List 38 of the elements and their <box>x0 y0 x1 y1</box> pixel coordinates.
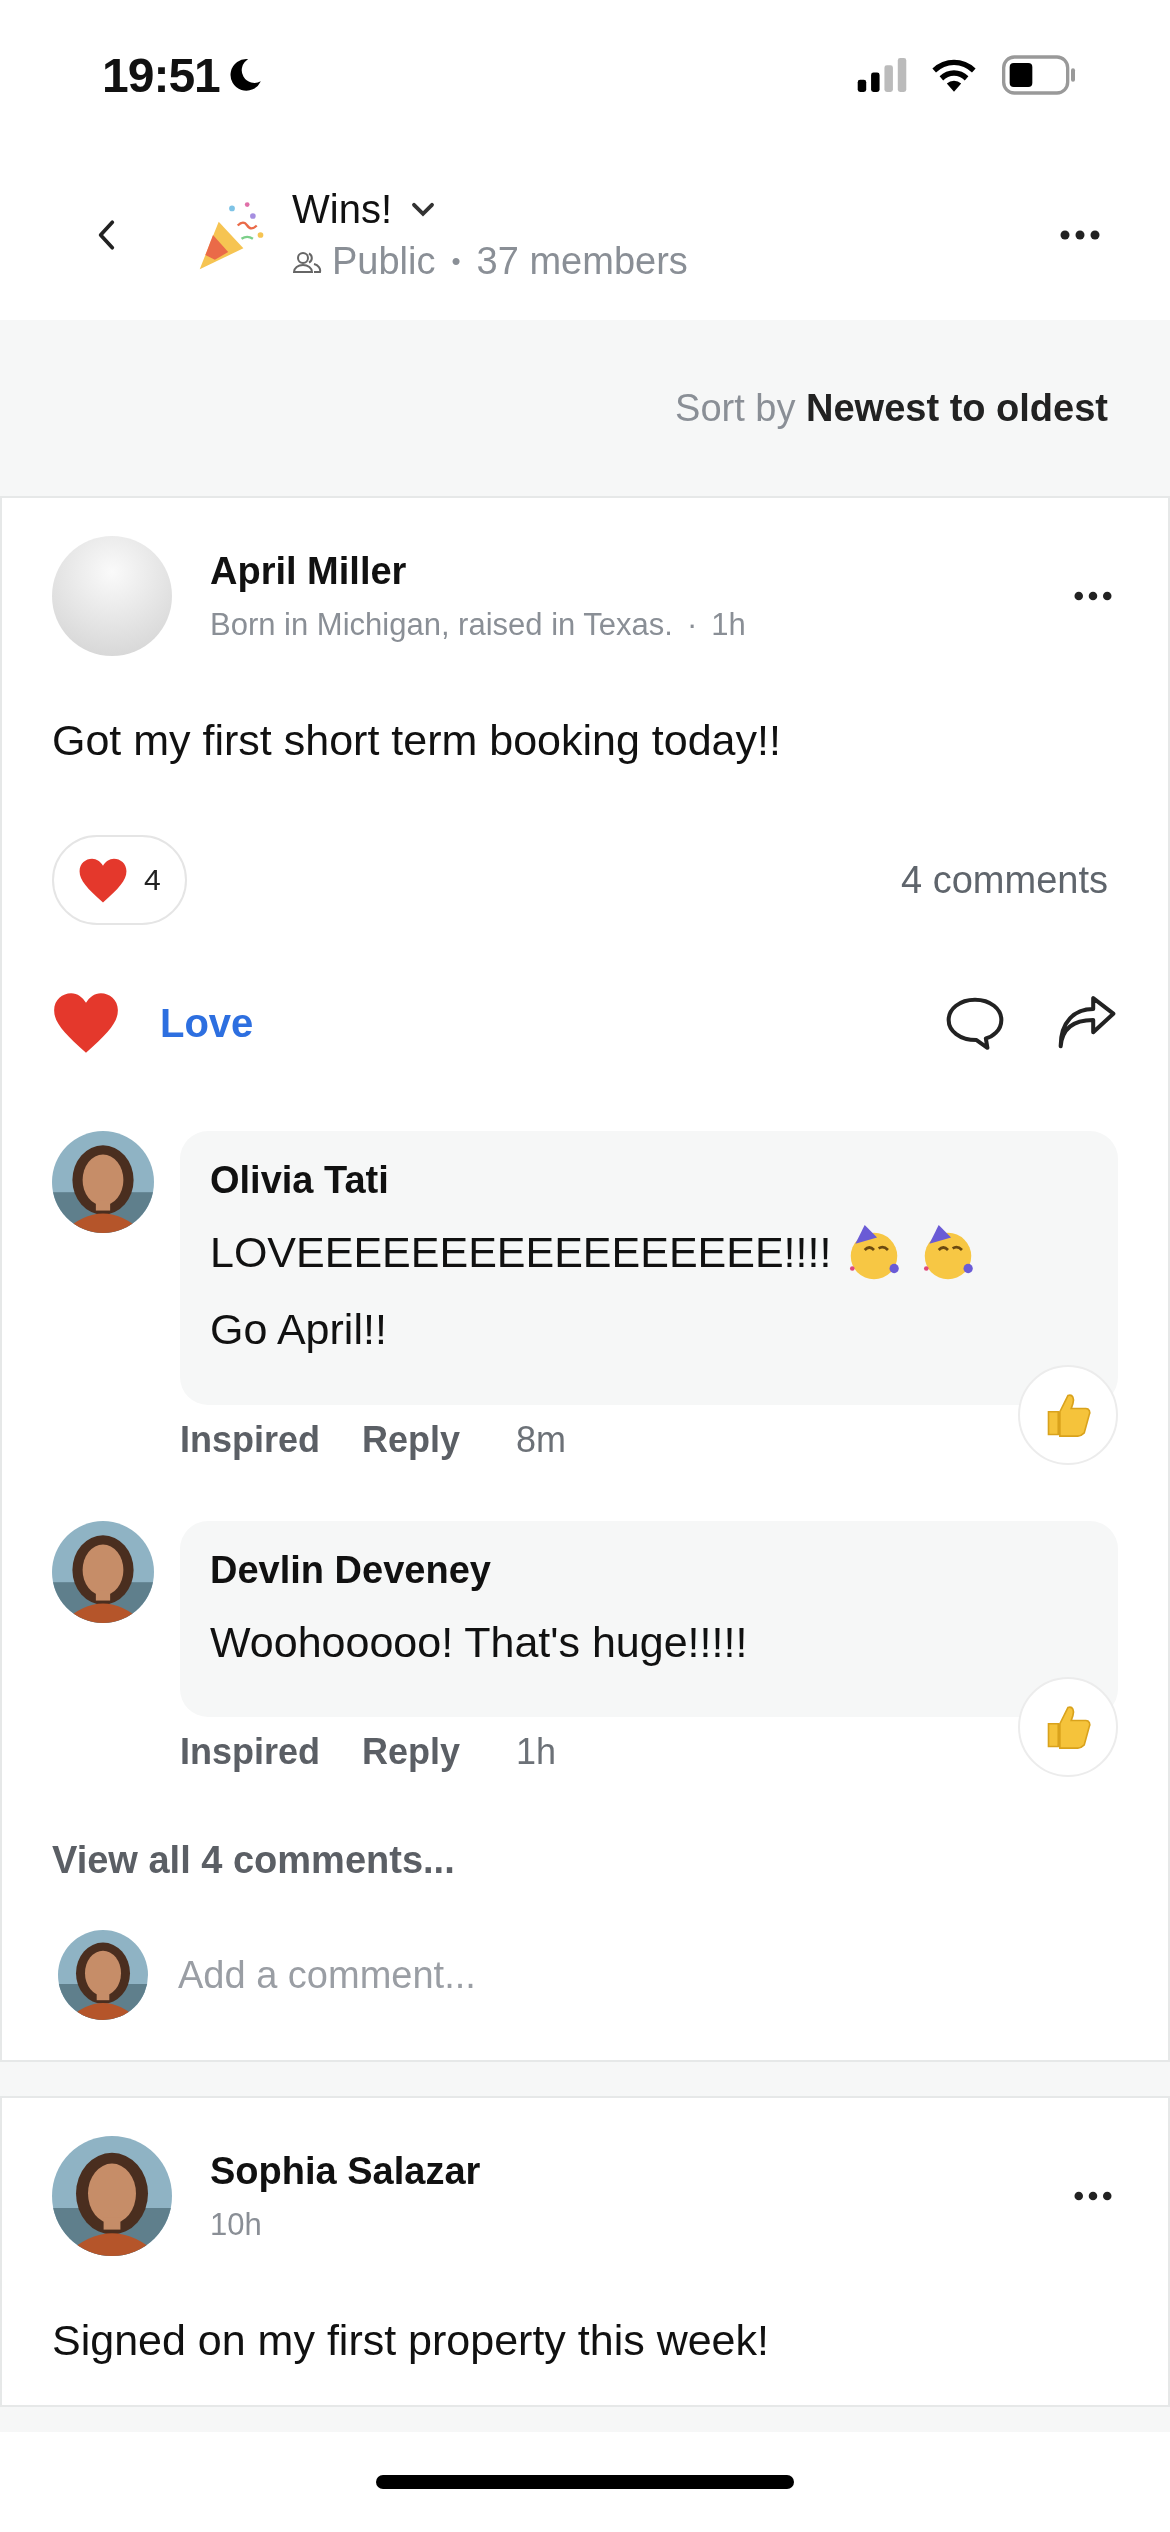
comment-text: Woohooooo! That's huge!!!!! <box>210 1616 748 1668</box>
reply-link[interactable]: Reply <box>362 1418 461 1461</box>
love-button[interactable]: Love <box>52 991 254 1055</box>
people-icon <box>292 249 322 274</box>
share-icon[interactable] <box>1056 995 1118 1051</box>
commenter-name[interactable]: Olivia Tati <box>210 1159 389 1202</box>
comment-icon[interactable] <box>944 995 1006 1051</box>
reply-link[interactable]: Reply <box>362 1731 461 1774</box>
reaction-link[interactable]: Inspired <box>180 1731 321 1774</box>
group-title-dropdown[interactable]: Wins! <box>292 187 688 232</box>
commenter-name[interactable]: Devlin Deveney <box>210 1548 491 1592</box>
author-name[interactable]: Sophia Salazar <box>210 2149 481 2193</box>
post-time: 10h <box>210 2206 262 2243</box>
member-count: 37 members <box>476 240 688 283</box>
comment-time: 1h <box>516 1731 557 1774</box>
comment-count-link[interactable]: 4 comments <box>901 858 1108 902</box>
chevron-down-icon <box>410 200 436 219</box>
signal-icon <box>856 58 908 92</box>
heart-icon <box>52 991 120 1055</box>
heart-icon <box>78 856 128 904</box>
reaction-link[interactable]: Inspired <box>180 1418 321 1461</box>
post-text: Signed on my first property this week! <box>52 2316 770 2366</box>
sort-dropdown[interactable]: Sort by Newest to oldest <box>675 386 1108 430</box>
post-time: 1h <box>711 606 746 643</box>
separator: • <box>451 246 461 277</box>
author-bio: Born in Michigan, raised in Texas. <box>210 606 673 643</box>
battery-icon <box>1000 55 1078 95</box>
reaction-count-pill[interactable]: 4 <box>52 835 187 925</box>
wifi-icon <box>930 57 978 93</box>
post-text: Got my first short term booking today!! <box>52 716 782 765</box>
status-time: 19:51 <box>102 47 220 103</box>
visibility-label: Public <box>332 240 436 283</box>
view-all-comments-link[interactable]: View all 4 comments... <box>52 1839 455 1883</box>
comment-time: 8m <box>516 1418 567 1461</box>
separator: · <box>686 606 698 643</box>
comment-text: LOVEEEEEEEEEEEEEEEEE!!!! <box>210 1227 832 1278</box>
comment-text: Go April!! <box>210 1304 387 1356</box>
author-name[interactable]: April Miller <box>210 549 746 593</box>
